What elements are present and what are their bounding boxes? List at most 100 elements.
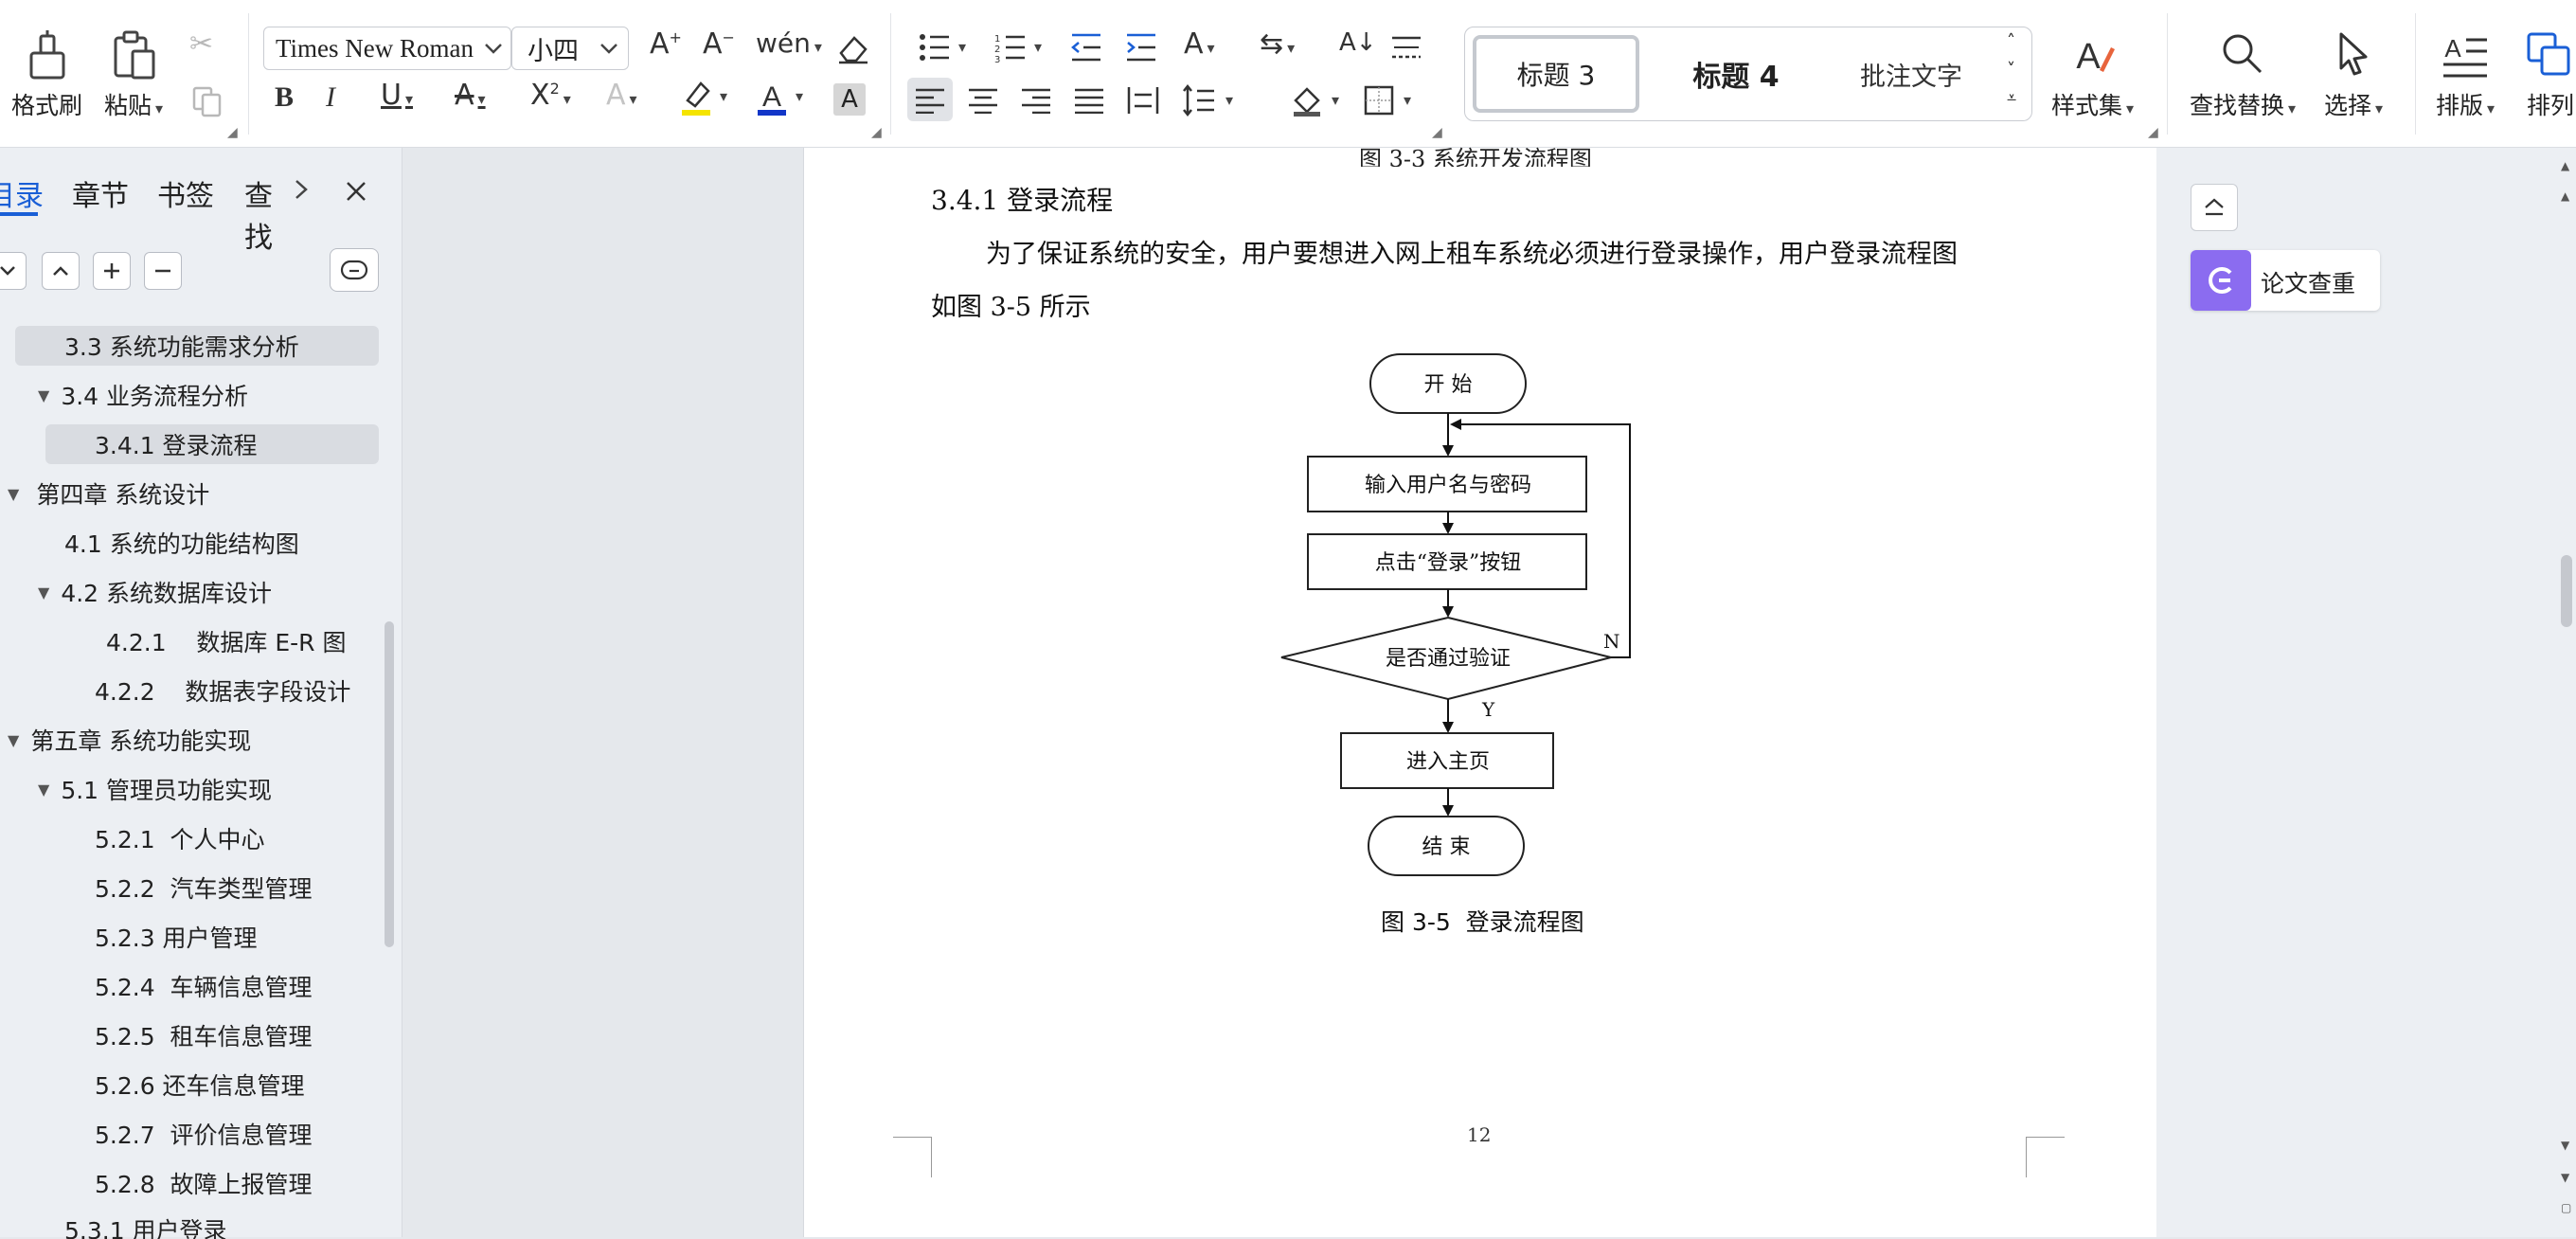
italic-icon[interactable]: I xyxy=(326,83,335,112)
add-heading-button[interactable] xyxy=(93,252,131,290)
font-size-select[interactable]: 小四 xyxy=(511,27,629,70)
smart-toc-button[interactable] xyxy=(330,248,379,292)
expand-triangle-icon[interactable]: ▼ xyxy=(38,781,49,799)
scroll-up-icon[interactable]: ▲ xyxy=(2561,189,2569,203)
increase-indent-icon[interactable] xyxy=(1125,32,1157,63)
format-painter-button[interactable]: 格式刷 xyxy=(11,28,82,121)
toc-item[interactable]: ▼ 4.2 系统数据库设计 xyxy=(38,572,272,612)
style-set-button[interactable]: A 样式集 ▾ xyxy=(2051,28,2134,121)
scroll-down-icon[interactable]: ▼ xyxy=(2561,1139,2569,1152)
toc-item[interactable]: ▼ 第四章 系统设计 xyxy=(8,474,209,513)
remove-heading-button[interactable] xyxy=(144,252,182,290)
toc-item[interactable]: 5.3.1 用户登录 xyxy=(64,1212,227,1239)
right-side-panel: 论文查重 ▲ ▲ ▼ ▼ ▢ xyxy=(2156,148,2576,1237)
strikethrough-icon[interactable]: A ▾ xyxy=(455,81,486,110)
paper-check-button[interactable]: 论文查重 xyxy=(2191,250,2380,311)
gallery-up-icon[interactable]: ˄ xyxy=(2007,31,2015,51)
svg-text:3: 3 xyxy=(994,55,1000,63)
clipboard-expand-icon[interactable]: ◢ xyxy=(227,125,238,140)
collapse-panel-button[interactable] xyxy=(2191,184,2238,231)
toc-item[interactable]: 5.2.7 评价信息管理 xyxy=(95,1114,313,1154)
tabs-next-icon[interactable] xyxy=(294,178,309,201)
expand-all-button[interactable] xyxy=(42,252,80,290)
underline-icon[interactable]: U ▾ xyxy=(381,81,413,110)
expand-triangle-icon[interactable]: ▼ xyxy=(38,386,49,404)
find-replace-label: 查找替换 ▾ xyxy=(2190,92,2297,119)
close-icon[interactable] xyxy=(345,180,367,203)
phonetic-guide-icon[interactable]: wén ▾ xyxy=(756,30,822,57)
layout-button[interactable]: A 排版 ▾ xyxy=(2436,28,2495,121)
style-comment-text[interactable]: 批注文字 xyxy=(1831,35,1992,113)
convert-icon[interactable]: ⇆ ▾ xyxy=(1260,30,1295,59)
font-color-button[interactable]: A ▾ xyxy=(756,80,803,121)
toc-item[interactable]: 3.4.1 登录流程 xyxy=(45,424,379,464)
bullet-list-icon[interactable] xyxy=(919,32,951,63)
paragraph-expand-icon[interactable]: ◢ xyxy=(1432,125,1442,140)
search-icon xyxy=(2223,34,2263,74)
shading-icon[interactable] xyxy=(1290,83,1324,117)
toc-item[interactable]: 5.2.1 个人中心 xyxy=(95,818,265,858)
toc-item[interactable]: 4.2.2 数据表字段设计 xyxy=(95,671,350,710)
cut-icon[interactable]: ✂ xyxy=(189,30,213,59)
grow-font-icon[interactable]: A+ xyxy=(650,30,682,59)
expand-triangle-icon[interactable]: ▼ xyxy=(8,731,19,749)
font-name-select[interactable]: Times New Roman xyxy=(263,27,511,70)
text-direction-icon[interactable]: A ▾ xyxy=(1184,30,1215,59)
collapse-all-button[interactable] xyxy=(0,252,27,290)
borders-icon[interactable] xyxy=(1364,85,1394,116)
show-marks-icon[interactable] xyxy=(1390,32,1422,63)
toc-item[interactable]: 5.2.2 汽车类型管理 xyxy=(95,868,313,907)
sort-icon[interactable]: A↓ xyxy=(1339,30,1377,55)
align-center-icon[interactable] xyxy=(968,87,998,114)
find-replace-button[interactable]: 查找替换 ▾ xyxy=(2190,28,2296,121)
toc-item[interactable]: 4.2.1 数据库 E-R 图 xyxy=(106,621,346,661)
robot-icon xyxy=(340,260,368,280)
distribute-icon[interactable] xyxy=(1127,85,1159,116)
scroll-thumb[interactable] xyxy=(2561,555,2572,627)
toc-item[interactable]: ▼ 5.1 管理员功能实现 xyxy=(38,769,272,809)
text-effect-icon[interactable]: A ▾ xyxy=(606,81,637,110)
copy-icon[interactable] xyxy=(191,85,224,117)
bold-icon[interactable]: B xyxy=(275,83,294,112)
toc-item[interactable]: 4.1 系统的功能结构图 xyxy=(64,523,299,563)
gallery-down-icon[interactable]: ˅ xyxy=(2007,60,2015,80)
tab-toc[interactable]: 目录 xyxy=(0,172,44,214)
tab-bookmarks[interactable]: 书签 xyxy=(157,172,214,214)
align-right-icon[interactable] xyxy=(1021,87,1051,114)
numbered-list-icon[interactable]: 123 xyxy=(994,32,1027,63)
typesetting-icon: A xyxy=(2443,34,2488,78)
gallery-more-icon[interactable]: ⩡ xyxy=(2007,88,2016,108)
toc-item[interactable]: 5.2.3 用户管理 xyxy=(95,917,258,957)
clear-format-icon[interactable] xyxy=(835,32,869,64)
page-nav-icon[interactable]: ▢ xyxy=(2561,1201,2571,1214)
nav-scrollbar[interactable] xyxy=(385,621,394,947)
shrink-font-icon[interactable]: A− xyxy=(703,30,735,59)
highlight-color-button[interactable]: ▾ xyxy=(680,80,727,121)
scroll-up-icon[interactable]: ▲ xyxy=(2561,159,2569,172)
toc-item[interactable]: ▼ 3.4 业务流程分析 xyxy=(38,375,248,415)
toc-item[interactable]: 5.2.4 车辆信息管理 xyxy=(95,966,313,1006)
line-spacing-icon[interactable] xyxy=(1182,83,1216,117)
justify-icon[interactable] xyxy=(1074,87,1104,114)
arrange-button[interactable]: 排列 xyxy=(2525,28,2576,121)
tab-chapters[interactable]: 章节 xyxy=(72,172,129,214)
toc-item[interactable]: ▼ 第五章 系统功能实现 xyxy=(8,720,251,760)
document-scrollbar[interactable]: ▲ ▲ ▼ ▼ ▢ xyxy=(2558,148,2576,1237)
expand-triangle-icon[interactable]: ▼ xyxy=(8,485,19,503)
expand-triangle-icon[interactable]: ▼ xyxy=(38,584,49,602)
style-heading-3[interactable]: 标题 3 xyxy=(1473,35,1639,113)
paste-button[interactable]: 粘贴 ▾ xyxy=(104,28,163,121)
select-button[interactable]: 选择 ▾ xyxy=(2324,28,2383,121)
scroll-down-icon[interactable]: ▼ xyxy=(2561,1171,2569,1184)
tab-find[interactable]: 查找 xyxy=(244,172,288,256)
toc-item[interactable]: 5.2.6 还车信息管理 xyxy=(95,1065,305,1104)
toc-item[interactable]: 5.2.8 故障上报管理 xyxy=(95,1163,313,1203)
font-expand-icon[interactable]: ◢ xyxy=(871,125,882,140)
styles-expand-icon[interactable]: ◢ xyxy=(2148,125,2158,140)
superscript-icon[interactable]: X2▾ xyxy=(530,81,571,110)
toc-item[interactable]: 5.2.5 租车信息管理 xyxy=(95,1015,313,1055)
character-shading-icon[interactable]: A xyxy=(833,83,866,116)
style-heading-4[interactable]: 标题 4 xyxy=(1651,35,1821,113)
decrease-indent-icon[interactable] xyxy=(1070,32,1102,63)
toc-item[interactable]: 3.3 系统功能需求分析 xyxy=(15,326,379,366)
